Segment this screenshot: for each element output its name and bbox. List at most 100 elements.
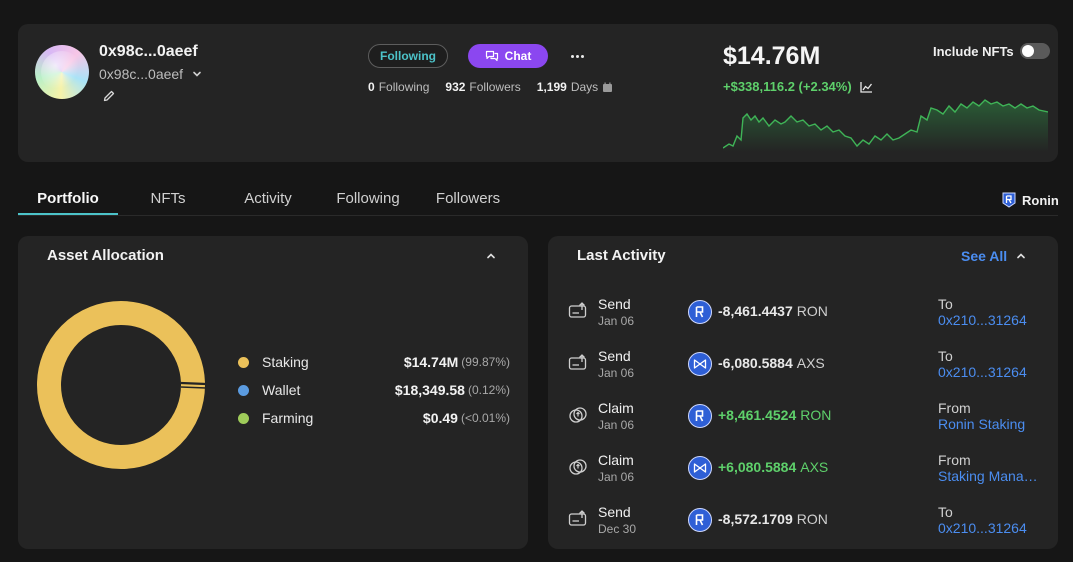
profile-tabs: Portfolio NFTs Activity Following Follow… [18, 182, 518, 216]
following-button[interactable]: Following [368, 44, 448, 68]
destination-link[interactable]: Ronin Staking [938, 416, 1038, 432]
chat-icon [485, 50, 498, 62]
balance-change-value: +$338,116.2 (+2.34%) [723, 79, 852, 94]
amount-symbol: RON [796, 511, 828, 527]
legend-item-wallet: Wallet $18,349.58 (0.12%) [238, 376, 510, 404]
slice-gap [180, 381, 206, 386]
legend-value: $0.49 [422, 410, 458, 426]
ronin-icon [1002, 192, 1016, 208]
balance-sparkline [723, 99, 1048, 152]
avatar [35, 45, 89, 99]
activity-amount: -8,572.1709 RON [718, 511, 828, 527]
amount-value: +6,080.5884 [718, 459, 797, 475]
amount-value: -8,572.1709 [718, 511, 793, 527]
calendar-icon [603, 82, 613, 92]
followers-stat-label: Followers [469, 80, 521, 94]
chart-icon[interactable] [860, 81, 873, 93]
edit-icon[interactable] [102, 89, 116, 103]
destination-label: To [938, 504, 953, 520]
chat-button[interactable]: Chat [468, 44, 548, 68]
allocation-donut [37, 301, 206, 469]
include-nfts-control: Include NFTs [933, 43, 1050, 59]
legend-label: Wallet [262, 382, 301, 398]
following-count: 0 [368, 80, 375, 94]
destination-link[interactable]: Staking Manager [938, 468, 1038, 484]
destination-label: From [938, 452, 971, 468]
last-activity-panel: Last Activity See All Send Jan 06 -8,461… [548, 236, 1058, 549]
balance-change: +$338,116.2 (+2.34%) [723, 79, 873, 94]
more-icon-dot [575, 54, 579, 58]
ronin-token-icon [688, 300, 712, 324]
send-icon [568, 302, 587, 318]
amount-symbol: RON [800, 407, 832, 423]
activity-type: Send [598, 296, 631, 312]
axs-token-icon [688, 456, 712, 480]
legend-label: Staking [262, 354, 309, 370]
activity-amount: +6,080.5884 AXS [718, 459, 828, 475]
days-stat: 1,199 Days [537, 80, 613, 94]
amount-symbol: AXS [800, 459, 829, 475]
activity-amount: +8,461.4524 RON [718, 407, 831, 423]
destination-link[interactable]: 0x210...31264 [938, 364, 1038, 380]
wallet-color-dot [238, 384, 249, 396]
total-balance: $14.76M [723, 42, 821, 70]
followers-stat[interactable]: 932 Followers [445, 80, 520, 94]
activity-row[interactable]: Claim Jan 06 +6,080.5884 AXS From Staking… [548, 444, 1058, 496]
legend-percent: (0.12%) [467, 383, 510, 397]
activity-type: Send [598, 504, 631, 520]
see-all-link[interactable]: See All [961, 248, 1007, 264]
send-icon [568, 354, 587, 370]
chevron-up-icon[interactable] [484, 249, 498, 263]
legend-percent: (99.87%) [461, 355, 510, 369]
include-nfts-label: Include NFTs [933, 43, 1014, 59]
ronin-token-icon [688, 508, 712, 532]
activity-row[interactable]: Claim Jan 06 +8,461.4524 RON From Ronin S… [548, 392, 1058, 444]
activity-row[interactable]: Send Jan 06 -6,080.5884 AXS To 0x210...31… [548, 340, 1058, 392]
profile-name: 0x98c...0aeef [99, 43, 198, 60]
destination-label: To [938, 296, 953, 312]
legend-item-farming: Farming $0.49 (<0.01%) [238, 404, 510, 432]
days-count: 1,199 [536, 80, 567, 94]
activity-date: Jan 06 [598, 418, 635, 432]
amount-value: -6,080.5884 [718, 355, 793, 371]
tab-portfolio[interactable]: Portfolio [18, 182, 118, 216]
activity-date: Jan 06 [598, 470, 635, 484]
activity-type: Claim [598, 452, 634, 468]
tab-following[interactable]: Following [318, 182, 418, 216]
network-selector[interactable]: Ronin [1002, 192, 1059, 208]
last-activity-title: Last Activity [577, 247, 666, 264]
activity-row[interactable]: Send Jan 06 -8,461.4437 RON To 0x210...31… [548, 288, 1058, 340]
asset-allocation-panel: Asset Allocation Staking $14.74M (99.87%… [18, 236, 528, 549]
followers-count: 932 [445, 80, 466, 94]
axs-token-icon [688, 352, 712, 376]
activity-amount: -6,080.5884 AXS [718, 355, 825, 371]
destination-label: From [938, 400, 971, 416]
activity-type: Claim [598, 400, 634, 416]
legend-value: $14.74M [403, 354, 459, 370]
wallet-address: 0x98c...0aeef [99, 66, 184, 82]
amount-value: +8,461.4524 [718, 407, 797, 423]
amount-symbol: RON [796, 303, 828, 319]
profile-stats: 0 Following 932 Followers 1,199 Days [368, 80, 613, 94]
activity-row[interactable]: Send Dec 30 -8,572.1709 RON To 0x210...31… [548, 496, 1058, 548]
ronin-token-icon [688, 404, 712, 428]
chevron-up-icon[interactable] [1014, 249, 1028, 263]
destination-link[interactable]: 0x210...31264 [938, 312, 1038, 328]
activity-date: Dec 30 [598, 522, 637, 536]
tab-activity[interactable]: Activity [218, 182, 318, 216]
farming-color-dot [238, 412, 249, 424]
destination-link[interactable]: 0x210...31264 [938, 520, 1038, 536]
tab-nfts[interactable]: NFTs [118, 182, 218, 216]
allocation-legend: Staking $14.74M (99.87%) Wallet $18,349.… [238, 348, 510, 432]
address-selector[interactable]: 0x98c...0aeef [99, 66, 203, 82]
more-icon [570, 54, 574, 58]
include-nfts-toggle[interactable] [1019, 43, 1050, 59]
claim-icon [569, 407, 587, 423]
more-options-button[interactable] [566, 46, 588, 66]
chevron-down-icon [193, 71, 201, 77]
amount-value: -8,461.4437 [718, 303, 793, 319]
following-stat[interactable]: 0 Following [368, 80, 429, 94]
network-label: Ronin [1022, 192, 1059, 208]
following-stat-label: Following [378, 80, 430, 94]
tab-followers[interactable]: Followers [418, 182, 518, 216]
